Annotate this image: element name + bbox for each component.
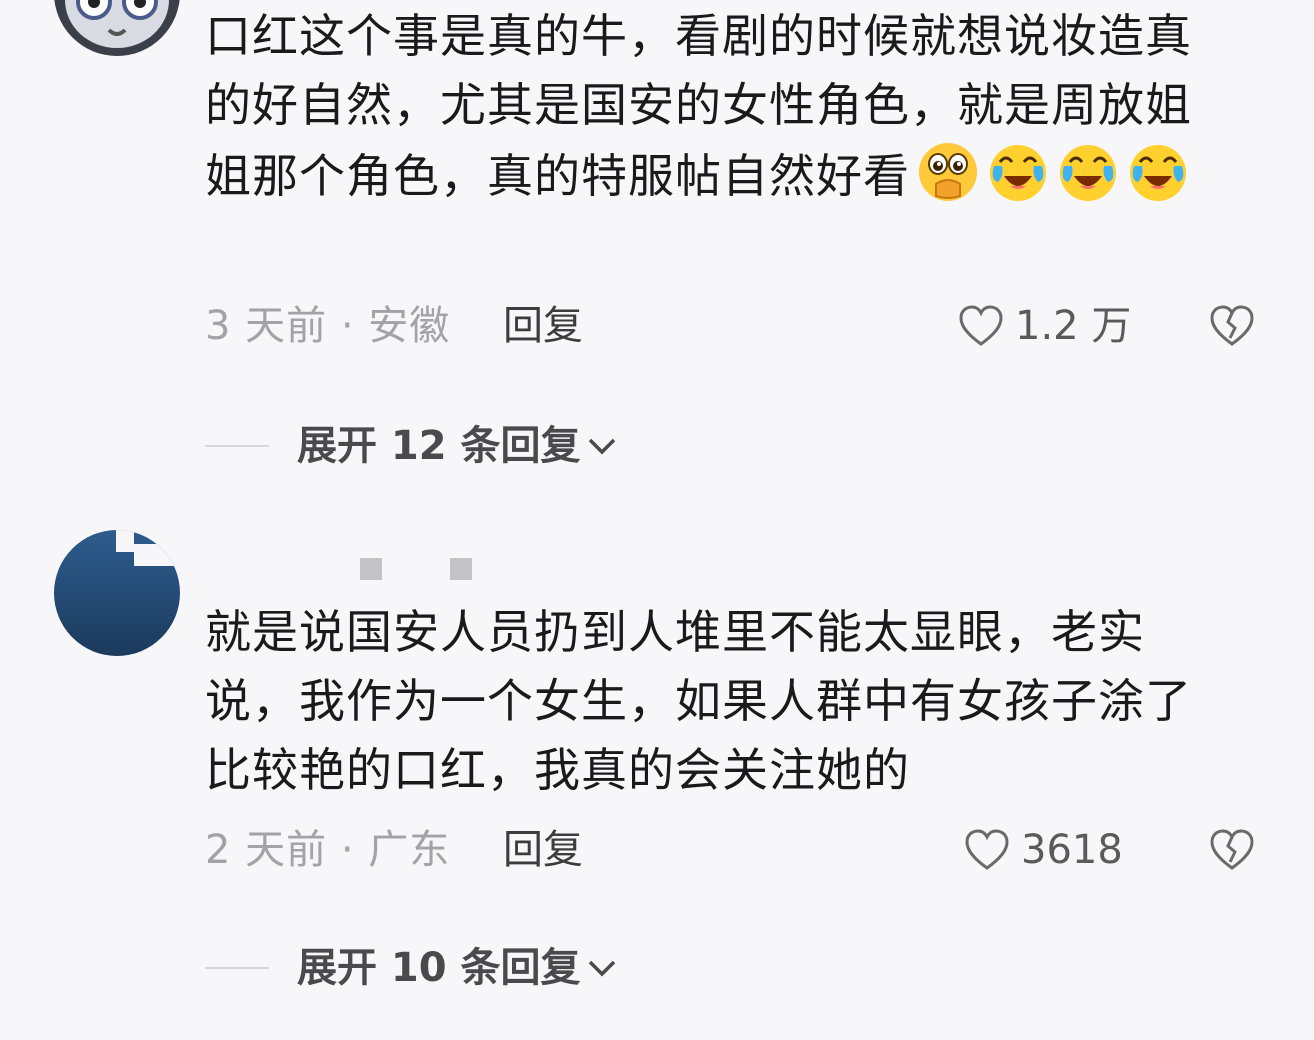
- reply-button[interactable]: 回复: [503, 296, 583, 356]
- tears-of-joy-emoji: [1056, 140, 1120, 204]
- avatar[interactable]: [54, 530, 180, 656]
- tears-of-joy-emoji: [1126, 140, 1190, 204]
- divider-line: [205, 967, 269, 969]
- broken-heart-icon[interactable]: [1208, 302, 1256, 350]
- expand-label: 展开 12 条回复: [297, 423, 581, 469]
- cover-mouth-emoji: [916, 140, 980, 204]
- heart-outline-icon: [965, 829, 1009, 870]
- comment-text: 口红这个事是真的牛，看剧的时候就想说妆造真的好自然，尤其是国安的女性角色，就是周…: [205, 2, 1235, 211]
- divider-line: [205, 445, 269, 447]
- like-count: 3618: [1021, 827, 1123, 873]
- broken-heart-icon[interactable]: [1208, 826, 1256, 874]
- like-count: 1.2 万: [1015, 303, 1132, 349]
- reply-button[interactable]: 回复: [503, 820, 583, 880]
- redaction-block: [450, 558, 472, 580]
- redaction-block: [360, 558, 382, 580]
- heart-outline-icon: [959, 305, 1003, 346]
- comment-meta-row: 2 天前 · 广东 回复 3618: [205, 820, 1265, 880]
- expand-replies-button[interactable]: 展开 12 条回复: [297, 416, 619, 476]
- time-location: 3 天前 · 安徽: [205, 303, 451, 349]
- chevron-down-icon: [588, 960, 615, 977]
- expand-label: 展开 10 条回复: [297, 945, 581, 991]
- time-location: 2 天前 · 广东: [205, 827, 451, 873]
- avatar[interactable]: [54, 0, 180, 56]
- chevron-down-icon: [588, 438, 615, 455]
- expand-replies-button[interactable]: 展开 10 条回复: [297, 938, 619, 998]
- comment-text: 就是说国安人员扔到人堆里不能太显眼，老实说，我作为一个女生，如果人群中有女孩子涂…: [205, 598, 1235, 805]
- tears-of-joy-emoji: [986, 140, 1050, 204]
- comment-body: 就是说国安人员扔到人堆里不能太显眼，老实说，我作为一个女生，如果人群中有女孩子涂…: [205, 605, 1192, 797]
- comment-meta-row: 3 天前 · 安徽 回复 1.2 万: [205, 296, 1265, 356]
